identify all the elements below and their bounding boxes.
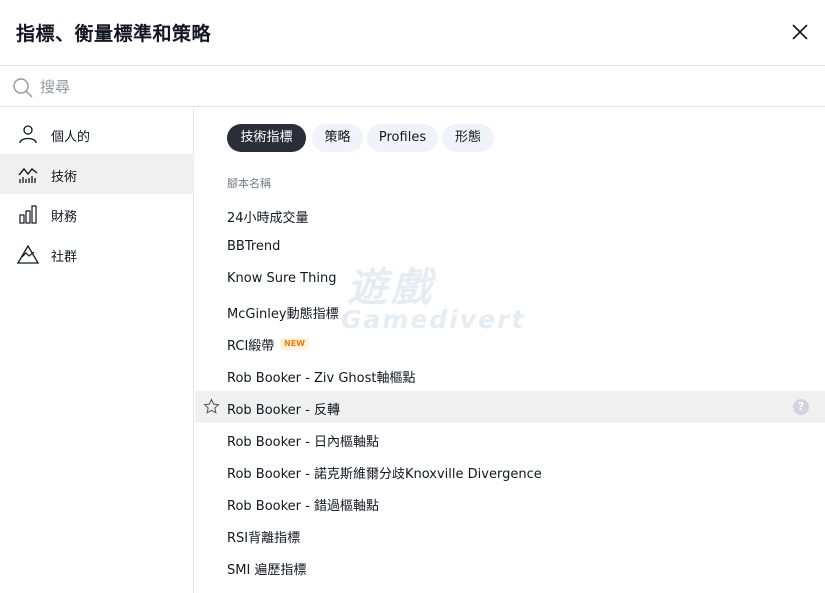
tab-indicators[interactable]: 技術指標 [227,124,306,152]
list-item[interactable]: RSI背離指標 [195,519,825,551]
list-item-label: McGinley動態指標 [227,307,339,322]
bar-chart-icon [19,205,37,224]
close-button[interactable] [786,18,814,46]
favorite-star-icon[interactable] [203,398,220,415]
category-sidebar: 個人的 技術 財務 社群 [0,108,194,593]
close-icon [792,24,808,40]
tab-strategies[interactable]: 策略 [312,124,363,152]
sidebar-item-label: 個人的 [51,130,91,145]
tab-patterns[interactable]: 形態 [442,124,494,152]
sidebar-item-personal[interactable]: 個人的 [0,114,194,154]
list-item[interactable]: BBTrend [195,231,825,263]
list-item[interactable]: Know Sure Thing [195,263,825,295]
sidebar-item-label: 技術 [51,170,78,185]
chart-line-icon [18,167,38,183]
list-item-label: Rob Booker - 錯過樞軸點 [227,499,379,514]
list-item[interactable]: Rob Booker - 反轉 ? [195,391,825,423]
list-item-label: Rob Booker - 日內樞軸點 [227,435,379,450]
list-item[interactable]: SMI 遍歷指標 [195,551,825,583]
list-item-label: BBTrend [227,239,281,254]
list-item-label: Rob Booker - 諾克斯維爾分歧Knoxville Divergence [227,467,542,482]
dialog-title: 指標、衡量標準和策略 [16,23,212,45]
tab-profiles[interactable]: Profiles [367,124,438,152]
sidebar-item-label: 財務 [51,210,78,225]
column-header-script-name: 腳本名稱 [227,177,271,190]
list-item[interactable]: Rob Booker - 諾克斯維爾分歧Knoxville Divergence [195,455,825,487]
list-item-label: Rob Booker - Ziv Ghost軸樞點 [227,371,416,386]
sidebar-item-label: 社群 [51,250,78,265]
search-bar [0,67,825,107]
list-item[interactable]: Rob Booker - 錯過樞軸點 [195,487,825,519]
list-item[interactable]: RCI緞帶 NEW [195,327,825,359]
help-icon[interactable]: ? [793,399,809,415]
sidebar-item-financial[interactable]: 財務 [0,194,194,234]
list-item-label: Know Sure Thing [227,271,337,286]
sidebar-item-community[interactable]: 社群 [0,234,194,274]
list-item[interactable]: Rob Booker - 日內樞軸點 [195,423,825,455]
sidebar-item-technical[interactable]: 技術 [0,154,194,194]
dialog-header: 指標、衡量標準和策略 [0,0,825,66]
list-item-label: 24小時成交量 [227,211,309,226]
list-item[interactable]: McGinley動態指標 [195,295,825,327]
script-list-panel: 技術指標 策略 Profiles 形態 腳本名稱 24小時成交量 BBTrend… [195,108,825,593]
person-icon [19,125,37,144]
search-icon [13,78,33,98]
new-badge: NEW [280,338,309,350]
list-item-label: SMI 遍歷指標 [227,563,307,578]
list-item-label: RSI背離指標 [227,531,301,546]
list-item-label: Rob Booker - 反轉 [227,403,340,418]
list-item-label: RCI緞帶 [227,339,275,354]
community-icon [17,244,39,264]
list-item[interactable]: Rob Booker - Ziv Ghost軸樞點 [195,359,825,391]
list-item[interactable]: 24小時成交量 [195,199,825,231]
search-input[interactable] [40,73,800,101]
